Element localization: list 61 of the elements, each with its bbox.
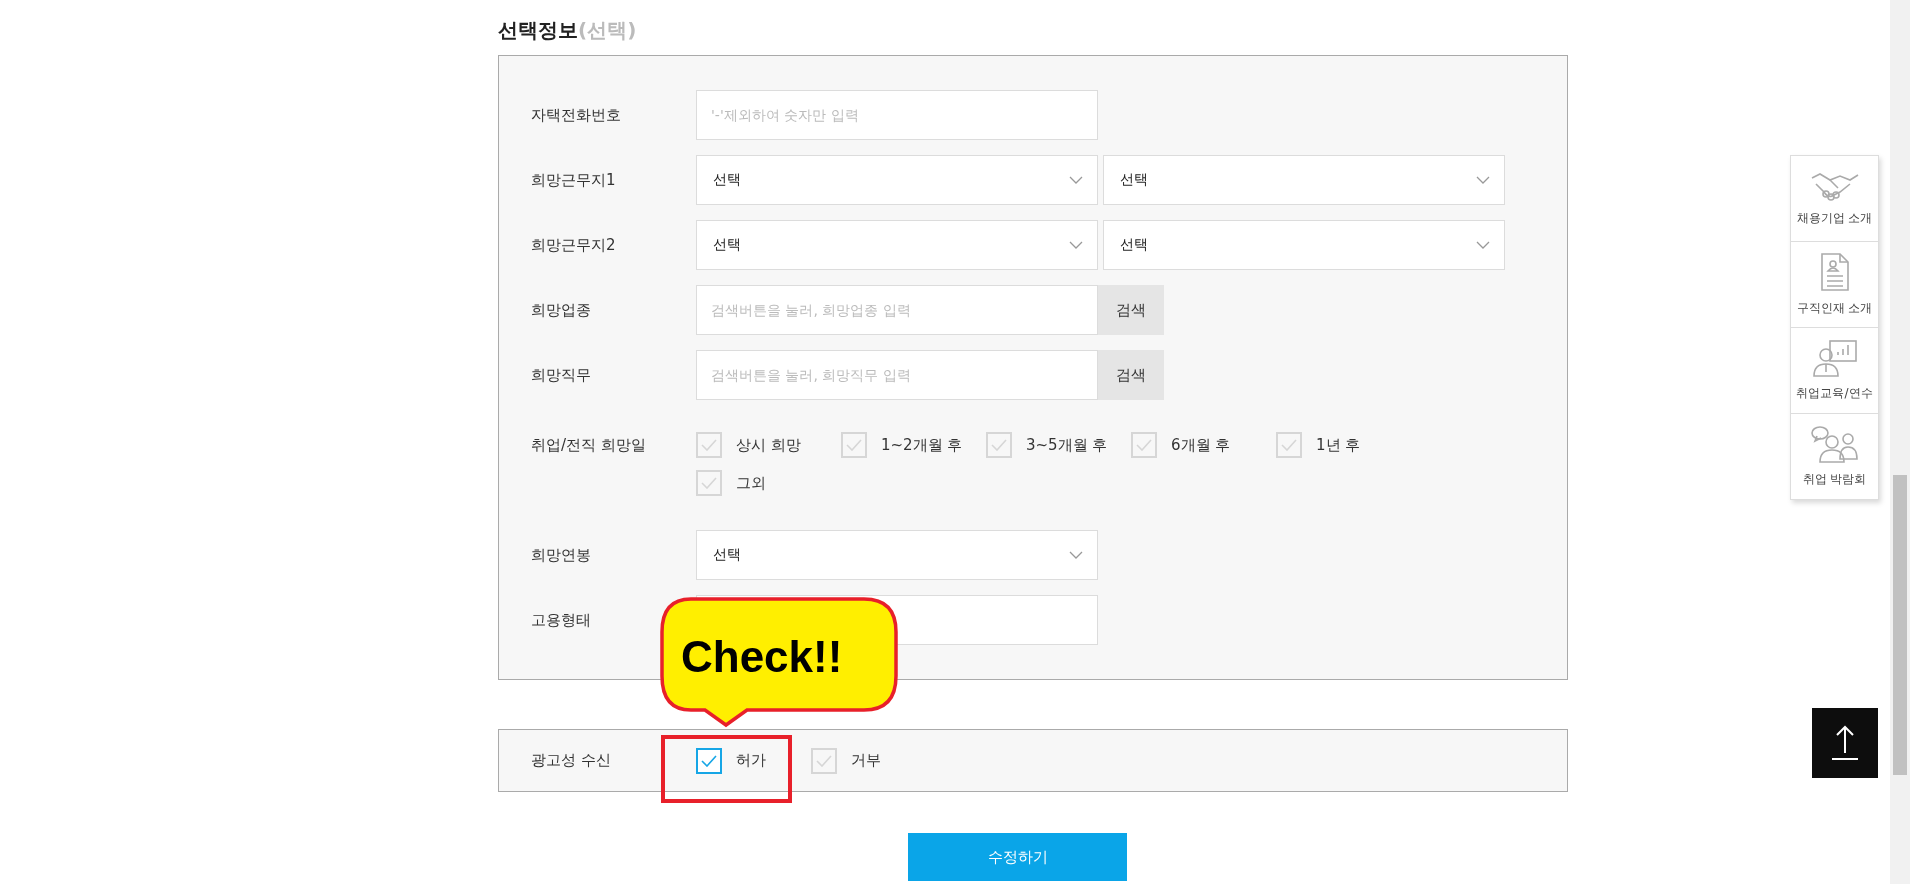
search-field[interactable]: 검색버튼을 눌러, 희망업종 입력 — [696, 285, 1098, 335]
chevron-down-icon — [1069, 176, 1083, 184]
scrollbar-thumb[interactable] — [1893, 475, 1907, 775]
chevron-down-icon — [1476, 241, 1490, 249]
arrow-up-icon — [1830, 725, 1860, 761]
checkbox-label: 그외 — [736, 473, 766, 493]
select-dropdown[interactable]: 선택 — [696, 220, 1098, 270]
checkmark-icon — [701, 754, 717, 767]
section-title: 선택정보(선택) — [498, 17, 638, 44]
checkmark-icon — [846, 439, 862, 451]
checkbox-label: 1년 후 — [1316, 435, 1361, 455]
scroll-top-button[interactable] — [1812, 708, 1878, 778]
select-dropdown[interactable]: 선택 — [696, 530, 1098, 580]
presenter-icon — [1811, 339, 1858, 377]
checkbox-label: 3~5개월 후 — [1026, 435, 1108, 455]
chevron-down-icon — [1069, 551, 1083, 559]
checkbox-label: 허가 — [736, 751, 766, 770]
field-label: 취업/전직 희망일 — [531, 435, 647, 456]
chevron-down-icon — [1476, 176, 1490, 184]
checkmark-icon — [816, 754, 832, 767]
checkbox[interactable] — [696, 747, 722, 774]
checkbox[interactable] — [696, 470, 722, 496]
checkbox-label: 거부 — [851, 751, 881, 770]
field-label: 희망연봉 — [531, 545, 592, 565]
quick-menu-item[interactable]: 구직인재 소개 — [1791, 242, 1878, 328]
chevron-down-icon — [1069, 241, 1083, 249]
select-dropdown[interactable]: 선택 — [1103, 220, 1505, 270]
checkbox[interactable] — [1276, 432, 1302, 458]
checkbox-label: 1~2개월 후 — [881, 435, 963, 455]
checkmark-icon — [991, 439, 1007, 451]
field-label: 희망근무지2 — [531, 235, 617, 255]
search-button[interactable]: 검색 — [1098, 350, 1164, 400]
field-label: 고용형태 — [531, 610, 592, 630]
checkmark-icon — [701, 439, 717, 451]
checkbox[interactable] — [1131, 432, 1157, 458]
select-dropdown[interactable]: 선택 — [1103, 155, 1505, 205]
document-icon — [1819, 252, 1850, 292]
checkbox[interactable] — [811, 747, 837, 774]
field-label: 광고성 수신 — [531, 751, 612, 770]
search-field[interactable]: 검색버튼을 눌러, 희망직무 입력 — [696, 350, 1098, 400]
phone-input[interactable]: '-'제외하여 숫자만 입력 — [696, 90, 1098, 140]
checkbox-label: 상시 희망 — [736, 435, 801, 455]
checkbox-label: 6개월 후 — [1171, 435, 1231, 455]
field-label: 희망직무 — [531, 365, 592, 385]
select-dropdown[interactable]: 선택 — [696, 155, 1098, 205]
tooltip-text: Check!! — [681, 632, 843, 682]
field-label: 자택전화번호 — [531, 105, 622, 125]
checkbox[interactable] — [986, 432, 1012, 458]
checkbox[interactable] — [841, 432, 867, 458]
checkmark-icon — [701, 477, 717, 489]
field-label: 희망근무지1 — [531, 170, 617, 190]
quick-menu-item[interactable]: 취업 박람회 — [1791, 414, 1878, 499]
quick-menu-item[interactable]: 채용기업 소개 — [1791, 156, 1878, 242]
quick-menu-item[interactable]: 취업교육/연수 — [1791, 328, 1878, 414]
checkmark-icon — [1136, 439, 1152, 451]
handshake-icon — [1809, 170, 1860, 202]
checkmark-icon — [1281, 439, 1297, 451]
search-button[interactable]: 검색 — [1098, 285, 1164, 335]
people-icon — [1809, 425, 1860, 463]
field-label: 희망업종 — [531, 300, 592, 320]
checkbox[interactable] — [696, 432, 722, 458]
